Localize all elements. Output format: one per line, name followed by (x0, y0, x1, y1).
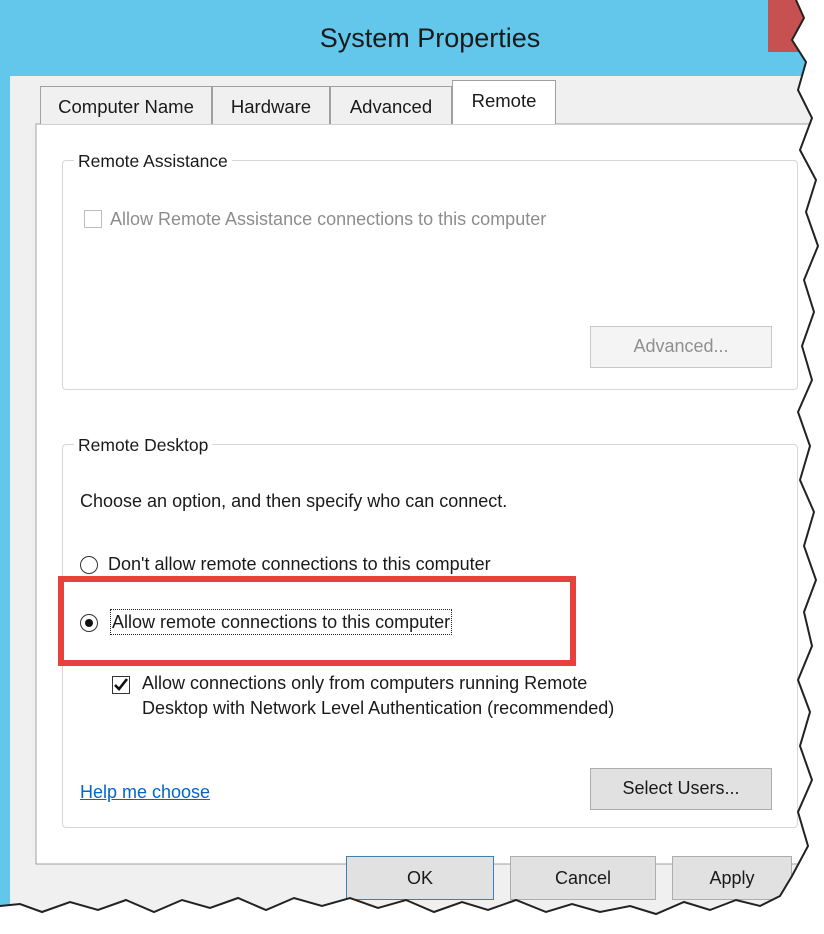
checkmark-icon (114, 678, 129, 691)
remote-assistance-label: Allow Remote Assistance connections to t… (110, 209, 547, 229)
tab-remote[interactable]: Remote (452, 80, 556, 124)
radio-dont-allow[interactable] (80, 556, 98, 574)
window-title: System Properties (319, 23, 541, 53)
apply-button[interactable]: Apply (672, 856, 792, 900)
remote-desktop-instruction: Choose an option, and then specify who c… (80, 491, 508, 511)
nla-label-line2: Desktop with Network Level Authenticatio… (142, 698, 615, 718)
select-users-button[interactable]: Select Users... (590, 768, 772, 810)
cancel-button[interactable]: Cancel (510, 856, 656, 900)
tab-computer-name[interactable]: Computer Name (40, 86, 212, 124)
advanced-button[interactable]: Advanced... (590, 326, 772, 368)
nla-label-line1: Allow connections only from computers ru… (142, 673, 588, 693)
remote-assistance-title: Remote Assistance (74, 150, 232, 172)
nla-checkbox[interactable] (112, 676, 130, 694)
tab-hardware[interactable]: Hardware (212, 86, 330, 124)
tab-advanced[interactable]: Advanced (330, 86, 452, 124)
remote-assistance-checkbox[interactable] (84, 210, 102, 228)
close-icon[interactable] (768, 0, 804, 52)
remote-desktop-title: Remote Desktop (74, 434, 213, 456)
ok-button[interactable]: OK (346, 856, 494, 900)
help-me-choose-link[interactable]: Help me choose (80, 781, 210, 803)
radio-dont-allow-label[interactable]: Don't allow remote connections to this c… (108, 553, 491, 575)
screenshot-stage: System Properties Computer Name Hardware… (0, 0, 824, 934)
highlight-annotation (58, 576, 576, 666)
